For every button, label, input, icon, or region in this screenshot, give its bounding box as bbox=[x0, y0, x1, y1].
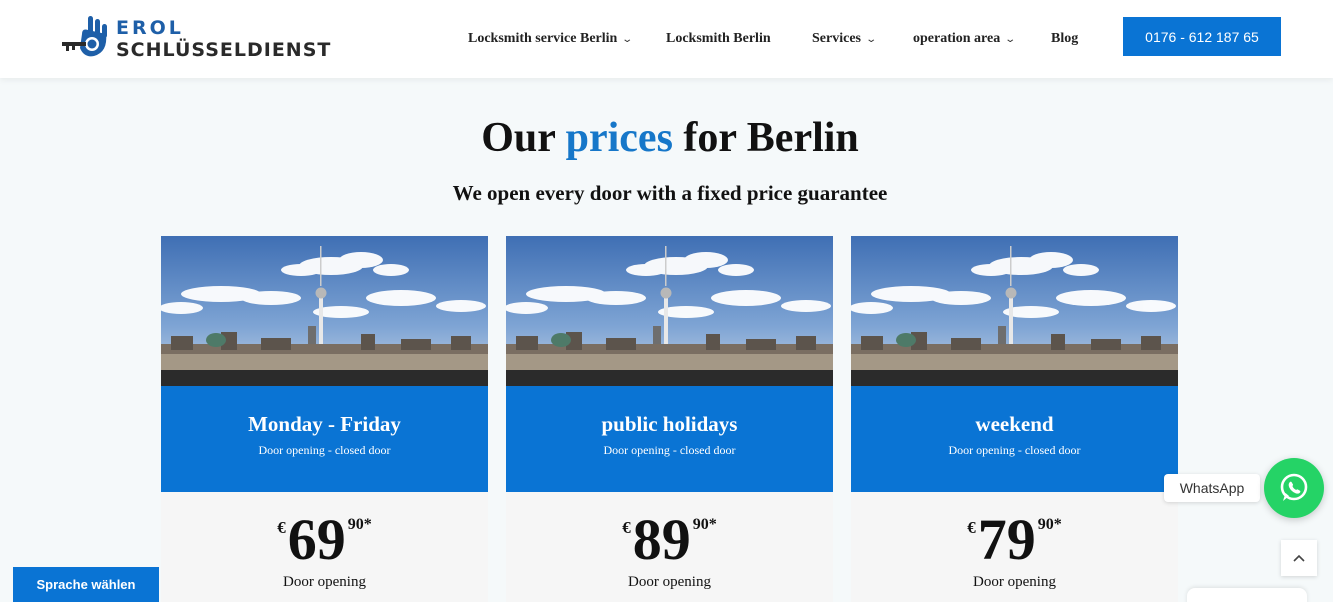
card-title: public holidays bbox=[601, 412, 738, 436]
nav-locksmith-berlin[interactable]: Locksmith Berlin bbox=[666, 31, 771, 47]
price-cents: 90* bbox=[692, 516, 717, 533]
nav-locksmith-service-berlin[interactable]: Locksmith service Berlin ⌄ bbox=[468, 31, 634, 47]
phone-button[interactable]: 0176 - 612 187 65 bbox=[1123, 17, 1281, 56]
currency-symbol: € bbox=[277, 518, 286, 537]
currency-symbol: € bbox=[967, 518, 976, 537]
card-subtitle: Door opening - closed door bbox=[258, 443, 391, 457]
price-cents: 90* bbox=[347, 516, 372, 533]
card-header: Monday - Friday Door opening - closed do… bbox=[161, 386, 488, 492]
nav-label: operation area bbox=[913, 31, 1001, 46]
nav-label: Locksmith service Berlin bbox=[468, 31, 618, 46]
card-subtitle: Door opening - closed door bbox=[603, 443, 736, 457]
card-subtitle: Door opening - closed door bbox=[948, 443, 1081, 457]
price-card-weekday: Monday - Friday Door opening - closed do… bbox=[161, 236, 488, 602]
chevron-down-icon: ⌄ bbox=[621, 33, 634, 45]
card-header: weekend Door opening - closed door bbox=[851, 386, 1178, 492]
currency-symbol: € bbox=[622, 518, 631, 537]
chevron-down-icon: ⌄ bbox=[865, 33, 878, 45]
berlin-skyline-image bbox=[161, 236, 488, 386]
price-card-weekend: weekend Door opening - closed door € 79 … bbox=[851, 236, 1178, 602]
price: € 79 90* bbox=[851, 507, 1178, 572]
card-header: public holidays Door opening - closed do… bbox=[506, 386, 833, 492]
whatsapp-label[interactable]: WhatsApp bbox=[1164, 474, 1260, 502]
key-hand-logo-icon bbox=[62, 14, 110, 64]
price: € 89 90* bbox=[506, 507, 833, 572]
title-pre: Our bbox=[481, 115, 556, 161]
price-amount: 79 bbox=[977, 507, 1036, 572]
price-label: Door opening bbox=[628, 574, 711, 590]
price-cents: 90* bbox=[1037, 516, 1062, 533]
site-header: EROL SCHLÜSSELDIENST Locksmith service B… bbox=[0, 0, 1333, 78]
language-select-button[interactable]: Sprache wählen bbox=[13, 567, 159, 602]
price-card-holidays: public holidays Door opening - closed do… bbox=[506, 236, 833, 602]
main-nav: Locksmith service Berlin ⌄ Locksmith Berl… bbox=[468, 0, 1078, 78]
berlin-skyline-image bbox=[851, 236, 1178, 386]
card-title: Monday - Friday bbox=[248, 412, 401, 436]
berlin-skyline-image bbox=[506, 236, 833, 386]
nav-label: Services bbox=[812, 31, 861, 46]
logo-line1: EROL bbox=[116, 17, 184, 39]
scroll-top-button[interactable] bbox=[1281, 540, 1317, 576]
chat-widget-edge[interactable] bbox=[1187, 588, 1307, 602]
nav-label: Blog bbox=[1051, 31, 1079, 46]
price-label: Door opening bbox=[973, 574, 1056, 590]
nav-label: Locksmith Berlin bbox=[666, 31, 771, 46]
page-subtitle: We open every door with a fixed price gu… bbox=[452, 181, 888, 205]
chevron-down-icon: ⌄ bbox=[1004, 33, 1017, 45]
whatsapp-button[interactable] bbox=[1264, 458, 1324, 518]
price-amount: 89 bbox=[632, 507, 691, 572]
whatsapp-icon bbox=[1280, 473, 1308, 501]
logo[interactable]: EROL SCHLÜSSELDIENST bbox=[62, 12, 332, 66]
page-title: Our prices for Berlin bbox=[0, 114, 1333, 162]
chevron-up-icon bbox=[1293, 554, 1305, 562]
logo-line2: SCHLÜSSELDIENST bbox=[116, 39, 332, 61]
nav-blog[interactable]: Blog bbox=[1051, 31, 1078, 47]
title-post: for Berlin bbox=[683, 115, 859, 161]
nav-services[interactable]: Services ⌄ bbox=[812, 31, 878, 47]
nav-operation-area[interactable]: operation area ⌄ bbox=[913, 31, 1017, 47]
title-accent: prices bbox=[565, 115, 673, 161]
card-title: weekend bbox=[975, 412, 1054, 436]
price-amount: 69 bbox=[287, 507, 346, 572]
price: € 69 90* bbox=[161, 507, 488, 572]
price-label: Door opening bbox=[283, 574, 366, 590]
